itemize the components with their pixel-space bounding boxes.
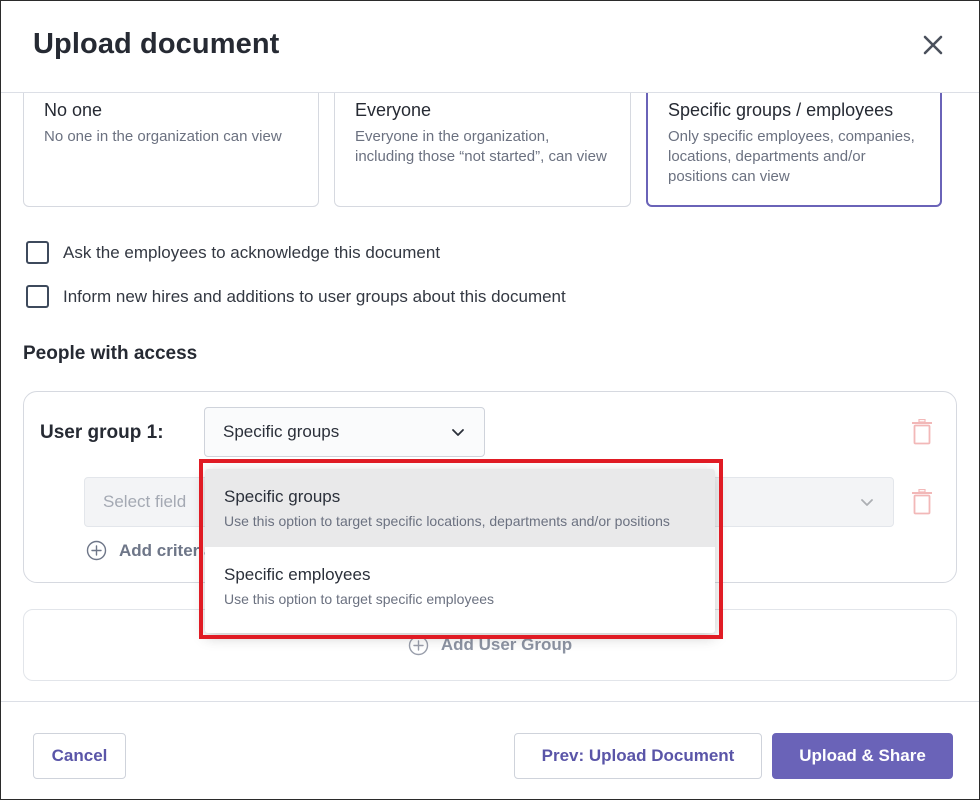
plus-circle-icon [408, 635, 429, 655]
chevron-down-icon [861, 499, 873, 506]
dropdown-option-title: Specific employees [224, 565, 371, 584]
option-title: No one [44, 100, 103, 120]
prev-upload-document-button[interactable]: Prev: Upload Document [514, 733, 762, 779]
delete-group-icon[interactable] [911, 419, 933, 445]
people-with-access-title: People with access [23, 343, 198, 364]
add-criteria-label: Add criteria [119, 540, 214, 560]
visibility-option-no-one[interactable]: No one No one in the organization can vi… [23, 93, 319, 207]
option-description: Everyone in the organization, including … [355, 128, 607, 165]
option-title: Everyone [355, 100, 432, 120]
chevron-down-icon [452, 429, 464, 436]
add-user-group-label: Add User Group [440, 635, 573, 654]
group-type-dropdown-menu: Specific groups Use this option to targe… [205, 469, 715, 633]
upload-document-modal: Upload document No one No one in the org… [0, 0, 980, 800]
delete-criteria-icon[interactable] [911, 489, 933, 515]
add-criteria-button[interactable]: Add criteria [86, 540, 213, 561]
dropdown-option-description: Use this option to target specific emplo… [224, 591, 495, 607]
close-icon[interactable] [919, 31, 947, 59]
option-description: Only specific employees, companies, loca… [668, 128, 915, 185]
plus-circle-icon [86, 540, 107, 561]
user-group-label: User group 1: [40, 422, 164, 443]
inform-checkbox[interactable] [26, 285, 49, 308]
visibility-option-specific-groups[interactable]: Specific groups / employees Only specifi… [646, 93, 942, 207]
user-group-type-value: Specific groups [223, 422, 340, 441]
modal-footer: Cancel Prev: Upload Document Upload & Sh… [1, 701, 979, 799]
visibility-option-everyone[interactable]: Everyone Everyone in the organization, i… [334, 93, 631, 207]
inform-checkbox-row[interactable]: Inform new hires and additions to user g… [26, 285, 566, 308]
acknowledge-checkbox[interactable] [26, 241, 49, 264]
user-group-type-select[interactable]: Specific groups [204, 407, 485, 457]
upload-and-share-button[interactable]: Upload & Share [772, 733, 953, 779]
option-description: No one in the organization can view [44, 128, 282, 145]
modal-header: Upload document [1, 1, 979, 93]
dropdown-option-specific-employees[interactable]: Specific employees Use this option to ta… [205, 547, 715, 625]
inform-label: Inform new hires and additions to user g… [63, 286, 566, 306]
acknowledge-label: Ask the employees to acknowledge this do… [63, 242, 441, 262]
dropdown-option-title: Specific groups [224, 487, 341, 506]
dropdown-option-description: Use this option to target specific locat… [224, 513, 670, 529]
acknowledge-checkbox-row[interactable]: Ask the employees to acknowledge this do… [26, 241, 440, 264]
option-title: Specific groups / employees [668, 100, 894, 120]
cancel-button[interactable]: Cancel [33, 733, 126, 779]
dropdown-option-specific-groups[interactable]: Specific groups Use this option to targe… [205, 469, 715, 547]
modal-title: Upload document [33, 28, 280, 60]
